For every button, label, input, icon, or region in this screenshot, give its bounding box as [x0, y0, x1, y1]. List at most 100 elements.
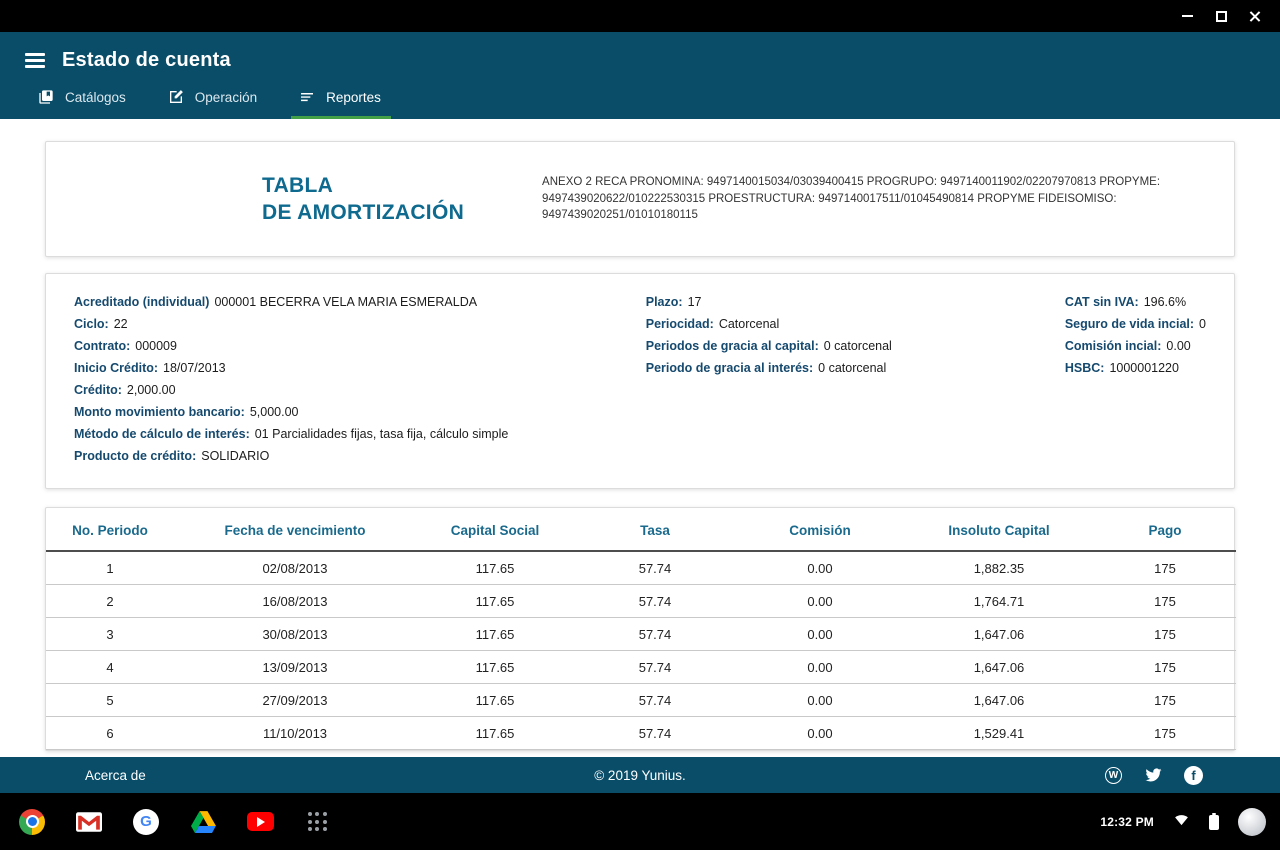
cell-capital-social: 117.65	[416, 717, 574, 750]
chrome-icon	[19, 809, 45, 835]
facebook-link[interactable]	[1183, 765, 1204, 786]
gmail-app-button[interactable]	[75, 808, 103, 836]
wordpress-link[interactable]	[1103, 765, 1124, 786]
detail-label: Crédito:	[74, 383, 122, 397]
detail-label: Producto de crédito:	[74, 449, 196, 463]
google-app-button[interactable]	[132, 808, 160, 836]
amortization-table: No. Periodo Fecha de vencimiento Capital…	[46, 508, 1236, 750]
cell-comision: 0.00	[736, 551, 904, 585]
tab-catalogos[interactable]: Catálogos	[30, 80, 136, 119]
cell-comision: 0.00	[736, 684, 904, 717]
detail-label: CAT sin IVA:	[1065, 295, 1139, 309]
close-button[interactable]	[1238, 3, 1272, 29]
tab-operacion[interactable]: Operación	[160, 80, 267, 119]
about-link[interactable]: Acerca de	[85, 768, 146, 783]
cell-pago: 175	[1094, 585, 1236, 618]
page-title: Estado de cuenta	[62, 49, 231, 72]
cell-tasa: 57.74	[574, 684, 736, 717]
detail-value: 196.6%	[1144, 295, 1186, 309]
apps-grid-icon	[308, 812, 327, 831]
report-title-line2: DE AMORTIZACIÓN	[262, 199, 497, 226]
facebook-icon	[1184, 766, 1203, 785]
detail-label: Periodos de gracia al capital:	[646, 339, 819, 353]
cell-tasa: 57.74	[574, 717, 736, 750]
details-column-1: Acreditado (individual)000001 BECERRA VE…	[74, 291, 646, 467]
avatar[interactable]	[1238, 808, 1266, 836]
detail-value: 0.00	[1166, 339, 1190, 353]
cell-pago: 175	[1094, 618, 1236, 651]
detail-value: 1000001220	[1109, 361, 1179, 375]
content-area: TABLA DE AMORTIZACIÓN ANEXO 2 RECA PRONO…	[0, 119, 1280, 757]
tab-label: Catálogos	[65, 90, 126, 105]
cell-capital-social: 117.65	[416, 585, 574, 618]
cell-insoluto-capital: 1,647.06	[904, 684, 1094, 717]
youtube-app-button[interactable]	[246, 808, 274, 836]
table-row: 6 11/10/2013 117.65 57.74 0.00 1,529.41 …	[46, 717, 1236, 750]
col-header-tasa: Tasa	[574, 508, 736, 551]
detail-value: 2,000.00	[127, 383, 176, 397]
chrome-app-button[interactable]	[18, 808, 46, 836]
cell-no-periodo: 5	[46, 684, 174, 717]
cell-fecha-vencimiento: 13/09/2013	[174, 651, 416, 684]
cell-no-periodo: 6	[46, 717, 174, 750]
twitter-icon	[1144, 767, 1163, 783]
report-title: TABLA DE AMORTIZACIÓN	[262, 172, 497, 226]
catalog-icon	[38, 89, 54, 105]
cell-no-periodo: 1	[46, 551, 174, 585]
cell-capital-social: 117.65	[416, 618, 574, 651]
cell-pago: 175	[1094, 684, 1236, 717]
detail-field: Inicio Crédito:18/07/2013	[74, 357, 646, 379]
twitter-link[interactable]	[1143, 765, 1164, 786]
detail-field: Periodo de gracia al interés: 0 catorcena…	[646, 357, 1065, 379]
table-header-row: No. Periodo Fecha de vencimiento Capital…	[46, 508, 1236, 551]
cell-no-periodo: 3	[46, 618, 174, 651]
anexo-text: ANEXO 2 RECA PRONOMINA: 9497140015034/03…	[542, 174, 1210, 224]
tab-reportes[interactable]: Reportes	[291, 80, 391, 119]
detail-label: Periodo de gracia al interés:	[646, 361, 813, 375]
cell-comision: 0.00	[736, 651, 904, 684]
copyright-text: © 2019 Yunius.	[594, 768, 686, 783]
detail-value: 18/07/2013	[163, 361, 226, 375]
cell-no-periodo: 2	[46, 585, 174, 618]
detail-value: 0	[1199, 317, 1206, 331]
social-links	[1103, 765, 1204, 786]
maximize-button[interactable]	[1204, 3, 1238, 29]
detail-field: Periodos de gracia al capital:0 catorcen…	[646, 335, 1065, 357]
detail-value: SOLIDARIO	[201, 449, 269, 463]
minimize-icon	[1182, 15, 1193, 17]
col-header-insoluto-capital: Insoluto Capital	[904, 508, 1094, 551]
credit-details-card: Acreditado (individual)000001 BECERRA VE…	[45, 273, 1235, 489]
detail-field: Ciclo:22	[74, 313, 646, 335]
cell-fecha-vencimiento: 02/08/2013	[174, 551, 416, 585]
detail-field: Monto movimiento bancario:5,000.00	[74, 401, 646, 423]
detail-field: Periocidad:Catorcenal	[646, 313, 1065, 335]
status-tray[interactable]: 12:32 PM	[1100, 808, 1266, 836]
app-footer: Acerca de © 2019 Yunius.	[0, 757, 1280, 793]
report-header-card: TABLA DE AMORTIZACIÓN ANEXO 2 RECA PRONO…	[45, 141, 1235, 257]
detail-value: 0 catorcenal	[818, 361, 886, 375]
table-row: 1 02/08/2013 117.65 57.74 0.00 1,882.35 …	[46, 551, 1236, 585]
close-icon	[1249, 10, 1262, 23]
detail-field: Contrato:000009	[74, 335, 646, 357]
detail-value: 17	[688, 295, 702, 309]
reports-icon	[299, 89, 315, 105]
tab-label: Reportes	[326, 90, 381, 105]
drive-app-button[interactable]	[189, 808, 217, 836]
detail-label: HSBC:	[1065, 361, 1105, 375]
google-icon	[133, 809, 159, 835]
minimize-button[interactable]	[1170, 3, 1204, 29]
operation-icon	[168, 89, 184, 105]
app-launcher-button[interactable]	[303, 808, 331, 836]
hamburger-menu-icon[interactable]	[25, 51, 45, 70]
cell-fecha-vencimiento: 16/08/2013	[174, 585, 416, 618]
cell-insoluto-capital: 1,647.06	[904, 618, 1094, 651]
details-column-2: Plazo:17 Periocidad:Catorcenal Periodos …	[646, 291, 1065, 467]
cell-comision: 0.00	[736, 717, 904, 750]
main-nav: Catálogos Operación Reportes	[0, 76, 1280, 119]
cell-pago: 175	[1094, 551, 1236, 585]
cell-tasa: 57.74	[574, 551, 736, 585]
detail-field: Producto de crédito: SOLIDARIO	[74, 445, 646, 467]
cell-insoluto-capital: 1,764.71	[904, 585, 1094, 618]
screen: Estado de cuenta Catálogos Operación Rep…	[0, 0, 1280, 850]
col-header-fecha-vencimiento: Fecha de vencimiento	[174, 508, 416, 551]
